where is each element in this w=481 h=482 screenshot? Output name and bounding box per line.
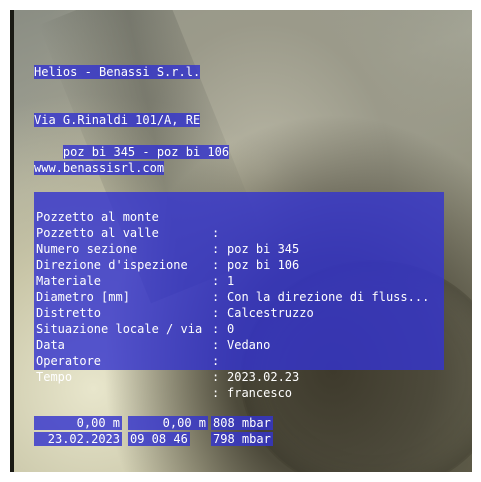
info-separator: : xyxy=(212,226,220,240)
info-value: Vedano xyxy=(227,338,271,352)
recording-time: 09 08 46 xyxy=(128,432,190,446)
info-separator: : xyxy=(212,338,220,352)
info-separator: : xyxy=(212,274,220,288)
camera-view: Helios - Benassi S.r.l. Via G.Rinaldi 10… xyxy=(10,10,472,472)
pressure-1: 808 mbar xyxy=(211,416,273,430)
info-value: 1 xyxy=(227,274,235,288)
info-label: Tempo xyxy=(36,370,73,384)
info-value: 2023.02.23 xyxy=(227,370,300,384)
company-name: Helios - Benassi S.r.l. xyxy=(34,65,201,79)
recording-date: 23.02.2023 xyxy=(34,432,122,446)
frame-left-edge xyxy=(10,10,14,472)
header-block: Helios - Benassi S.r.l. Via G.Rinaldi 10… xyxy=(34,32,201,208)
info-value: poz bi 106 xyxy=(227,258,300,272)
info-separator: : xyxy=(212,290,220,304)
info-separator: : xyxy=(212,386,220,400)
distance-1: 0,00 m xyxy=(34,416,122,430)
info-separator: : xyxy=(212,258,220,272)
info-value: Con la direzione di fluss... xyxy=(227,290,430,304)
info-separator: : xyxy=(212,370,220,384)
section-block: poz bi 345 - poz bi 106 xyxy=(34,128,230,176)
pressure-2: 798 mbar xyxy=(211,432,273,446)
distance-2: 0,00 m xyxy=(128,416,208,430)
info-separator: : xyxy=(212,354,220,368)
section-title: poz bi 345 - poz bi 106 xyxy=(62,145,230,159)
info-table: Pozzetto al monte : poz bi 345 Pozzetto … xyxy=(34,192,444,400)
info-separator: : xyxy=(212,242,220,256)
info-value: francesco xyxy=(227,386,293,400)
info-value: Calcestruzzo xyxy=(227,306,314,320)
info-value: poz bi 345 xyxy=(227,242,300,256)
info-separator: : xyxy=(212,306,220,320)
info-separator: : xyxy=(212,322,220,336)
company-address: Via G.Rinaldi 101/A, RE xyxy=(34,113,201,127)
info-value: 0 xyxy=(227,322,235,336)
